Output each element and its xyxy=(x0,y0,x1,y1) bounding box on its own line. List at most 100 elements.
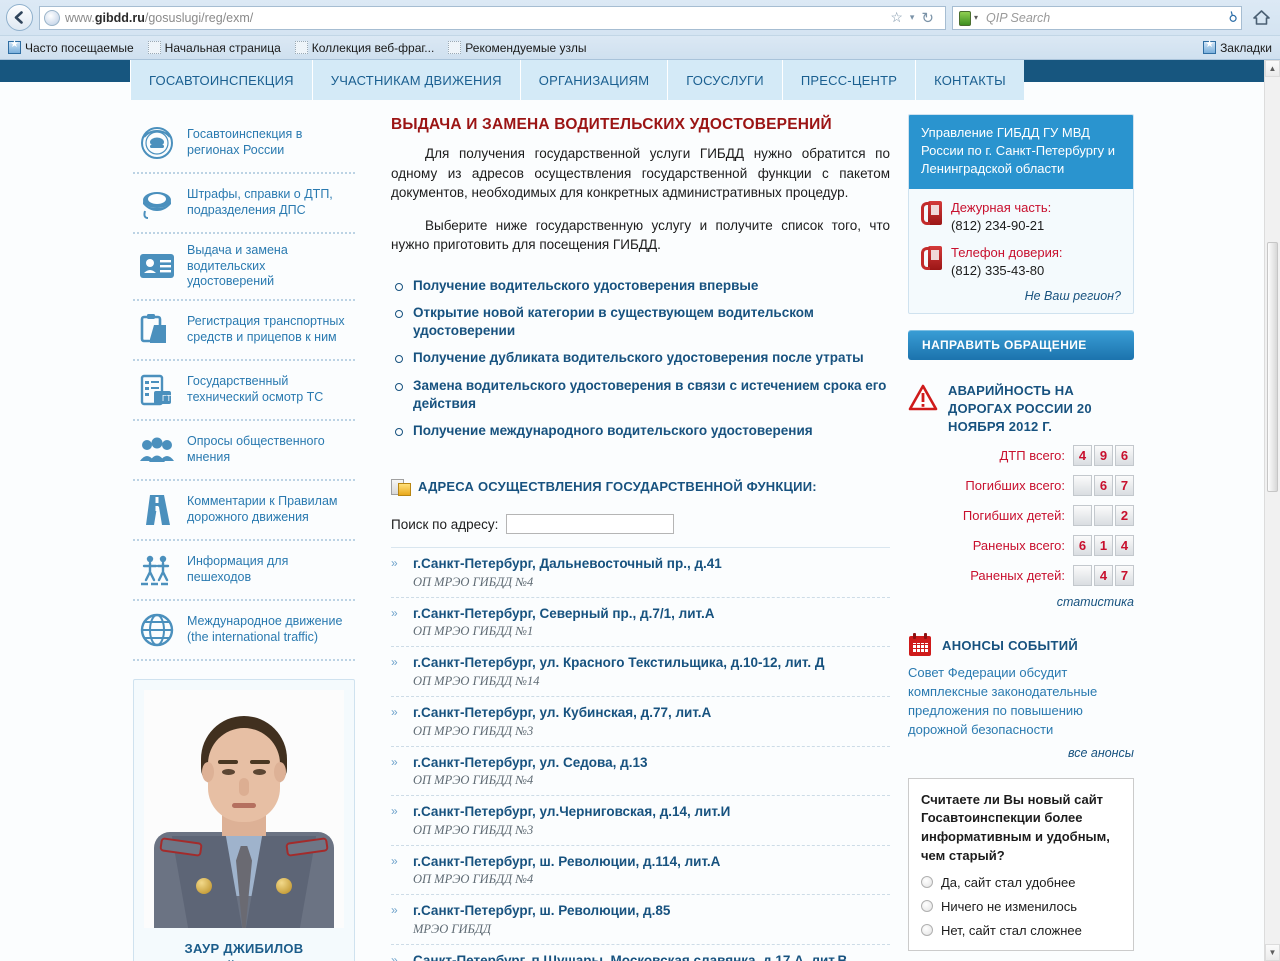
nav-tab-press-centr[interactable]: ПРЕСС-ЦЕНТР xyxy=(782,60,917,100)
statistics-link[interactable]: статистика xyxy=(908,595,1134,609)
address-bar[interactable]: www.gibdd.ru/gosuslugi/reg/exm/ ☆ ▾ ↻ xyxy=(39,5,946,30)
stat-digits: 4 7 xyxy=(1073,565,1134,587)
stat-digits: 6 1 4 xyxy=(1073,535,1134,557)
sidebar-item-licenses[interactable]: Выдача и замена водительских удостоверен… xyxy=(133,234,355,301)
bookmarks-menu-label: Закладки xyxy=(1220,40,1272,55)
address-list-item[interactable]: » г.Санкт-Петербург, ш. Революции, д.85 … xyxy=(391,895,890,945)
sidebar-item-inspection[interactable]: ГТО Государственный технический осмотр Т… xyxy=(133,361,355,421)
sidebar-item-registration[interactable]: Регистрация транспортных средств и прице… xyxy=(133,301,355,361)
intro-paragraph-2: Выберите ниже государственную услугу и п… xyxy=(391,217,890,253)
bookmarks-menu-button[interactable]: Закладки xyxy=(1203,39,1272,55)
people-group-icon xyxy=(137,430,177,470)
address-list-item[interactable]: » Санкт-Петербург, п.Шушары, Московская … xyxy=(391,945,890,961)
sidebar-item-pedestrians[interactable]: Информация для пешеходов xyxy=(133,541,355,601)
address-list-item[interactable]: » г.Санкт-Петербург, ул. Красного Тексти… xyxy=(391,647,890,697)
radio-button-icon[interactable] xyxy=(921,900,933,913)
bookmark-item-frequent[interactable]: Часто посещаемые xyxy=(8,39,134,55)
bookmark-item-home[interactable]: Начальная страница xyxy=(147,41,281,55)
browser-search-input[interactable]: QIP Search xyxy=(978,11,1228,25)
poll-option-1[interactable]: Да, сайт стал удобнее xyxy=(921,875,1121,890)
qip-battery-icon[interactable] xyxy=(957,10,972,26)
poll-question: Считаете ли Вы новый сайт Госавтоинспекц… xyxy=(921,791,1110,864)
address-title[interactable]: г.Санкт-Петербург, ул.Черниговская, д.14… xyxy=(413,803,890,821)
address-list-item[interactable]: » г.Санкт-Петербург, ул. Кубинская, д.77… xyxy=(391,697,890,747)
bookmarks-bar: Часто посещаемые Начальная страница Колл… xyxy=(0,35,1280,59)
home-button[interactable] xyxy=(1248,6,1274,30)
page-scrollbar[interactable]: ▲ ▼ xyxy=(1264,60,1280,961)
sidebar-item-polls[interactable]: Опросы общественного мнения xyxy=(133,421,355,481)
address-search-input[interactable] xyxy=(506,514,675,535)
hero-card[interactable]: ЗАУР ДЖИБИЛОВ ГЕРОЙ РОССИИ xyxy=(133,678,355,961)
favorites-star-icon[interactable]: ☆ xyxy=(890,9,903,26)
submit-appeal-button[interactable]: НАПРАВИТЬ ОБРАЩЕНИЕ xyxy=(908,329,1134,360)
sidebar-item-label: Штрафы, справки о ДТП, подразделения ДПС xyxy=(187,187,333,217)
address-title[interactable]: г.Санкт-Петербург, Северный пр., д.7/1, … xyxy=(413,605,890,623)
trust-phone-label: Телефон доверия: xyxy=(951,244,1063,260)
scroll-down-arrow-icon[interactable]: ▼ xyxy=(1265,944,1280,961)
nav-tab-gosuslugi[interactable]: ГОСУСЛУГИ xyxy=(668,60,783,100)
nav-tab-uchastnikam[interactable]: УЧАСТНИКАМ ДВИЖЕНИЯ xyxy=(312,60,521,100)
sidebar-item-fines[interactable]: Штрафы, справки о ДТП, подразделения ДПС xyxy=(133,174,355,234)
address-list-item[interactable]: » г.Санкт-Петербург, Северный пр., д.7/1… xyxy=(391,598,890,648)
address-list-item[interactable]: » г.Санкт-Петербург, Дальневосточный пр.… xyxy=(391,548,890,598)
scroll-up-arrow-icon[interactable]: ▲ xyxy=(1265,60,1280,77)
sidebar-item-label: Регистрация транспортных средств и прице… xyxy=(187,314,345,344)
all-announcements-link[interactable]: все анонсы xyxy=(908,746,1134,760)
address-unit: ОП МРЭО ГИБДД №4 xyxy=(413,773,534,788)
service-link[interactable]: Получение водительского удостоверения вп… xyxy=(391,277,890,304)
sidebar-item-label: Комментарии к Правилам дорожного движени… xyxy=(187,494,338,524)
address-title[interactable]: г.Санкт-Петербург, ул. Седова, д.13 xyxy=(413,754,890,772)
radio-button-icon[interactable] xyxy=(921,876,933,889)
home-icon xyxy=(1252,10,1270,25)
stat-label: Погибших детей: xyxy=(962,508,1065,524)
address-title[interactable]: г.Санкт-Петербург, ул. Красного Текстиль… xyxy=(413,654,890,672)
accident-stats-header: АВАРИЙНОСТЬ НА ДОРОГАХ РОССИИ 20 НОЯБРЯ … xyxy=(908,382,1134,437)
left-sidebar: Госавтоинспекция в регионах России Штраф… xyxy=(131,114,355,961)
poll-option-2[interactable]: Ничего не изменилось xyxy=(921,899,1121,914)
chevron-down-icon[interactable]: ▾ xyxy=(910,12,915,23)
chevron-right-icon: » xyxy=(391,556,398,571)
sidebar-item-rules[interactable]: Комментарии к Правилам дорожного движени… xyxy=(133,481,355,541)
nav-tab-label: ГОСАВТОИНСПЕКЦИЯ xyxy=(149,72,294,88)
bookmark-item-suggested[interactable]: Рекомендуемые узлы xyxy=(448,41,586,55)
address-title[interactable]: Санкт-Петербург, п.Шушары, Московская сл… xyxy=(413,952,890,961)
nav-tab-label: КОНТАКТЫ xyxy=(934,72,1006,88)
radio-button-icon[interactable] xyxy=(921,924,933,937)
telephone-icon xyxy=(921,244,943,274)
service-link[interactable]: Получение международного водительского у… xyxy=(391,422,890,449)
browser-search-box[interactable]: ▾ QIP Search ☌ xyxy=(952,5,1242,30)
address-title[interactable]: г.Санкт-Петербург, ул. Кубинская, д.77, … xyxy=(413,704,890,722)
right-sidebar: Управление ГИБДД ГУ МВД России по г. Сан… xyxy=(908,114,1134,961)
back-button[interactable] xyxy=(6,4,33,31)
pedestrian-crossing-icon xyxy=(137,550,177,590)
nav-tab-label: ПРЕСС-ЦЕНТР xyxy=(800,72,898,88)
chevron-right-icon: » xyxy=(391,655,398,670)
chevron-right-icon: » xyxy=(391,754,398,769)
road-icon xyxy=(137,490,177,530)
address-title[interactable]: г.Санкт-Петербург, Дальневосточный пр., … xyxy=(413,555,890,573)
address-list-item[interactable]: » г.Санкт-Петербург, ул. Седова, д.13 ОП… xyxy=(391,747,890,797)
clipboard-document-icon xyxy=(137,310,177,350)
address-list-item[interactable]: » г.Санкт-Петербург, ул.Черниговская, д.… xyxy=(391,796,890,846)
address-title[interactable]: г.Санкт-Петербург, ш. Революции, д.114, … xyxy=(413,853,890,871)
scrollbar-thumb[interactable] xyxy=(1267,242,1278,492)
address-title[interactable]: г.Санкт-Петербург, ш. Революции, д.85 xyxy=(413,902,890,920)
duty-phone-number: (812) 234-90-21 xyxy=(951,217,1045,233)
bookmark-item-webfragments[interactable]: Коллекция веб-фраг... xyxy=(294,41,434,55)
nav-tab-kontakty[interactable]: КОНТАКТЫ xyxy=(916,60,1024,100)
service-link[interactable]: Получение дубликата водительского удосто… xyxy=(391,349,890,376)
announcement-item[interactable]: Совет Федерации обсудит комплексные зако… xyxy=(908,664,1134,739)
nav-tab-organizaciyam[interactable]: ОРГАНИЗАЦИЯМ xyxy=(520,60,669,100)
poll-option-label: Нет, сайт стал сложнее xyxy=(941,922,1082,938)
sidebar-item-international[interactable]: Международное движение (the internationa… xyxy=(133,601,355,661)
browser-toolbar: www.gibdd.ru/gosuslugi/reg/exm/ ☆ ▾ ↻ ▾ … xyxy=(0,0,1280,35)
sidebar-item-regions[interactable]: Госавтоинспекция в регионах России xyxy=(133,114,355,174)
service-link[interactable]: Замена водительского удостоверения в свя… xyxy=(391,377,890,422)
poll-option-3[interactable]: Нет, сайт стал сложнее xyxy=(921,923,1121,938)
service-link[interactable]: Открытие новой категории в существующем … xyxy=(391,304,890,349)
address-list-item[interactable]: » г.Санкт-Петербург, ш. Революции, д.114… xyxy=(391,846,890,896)
nav-tab-gosavtoinspekciya[interactable]: ГОСАВТОИНСПЕКЦИЯ xyxy=(131,60,313,100)
calendar-icon xyxy=(908,633,932,657)
change-region-link[interactable]: Не Ваш регион? xyxy=(921,289,1121,303)
reload-icon[interactable]: ↻ xyxy=(921,9,934,27)
